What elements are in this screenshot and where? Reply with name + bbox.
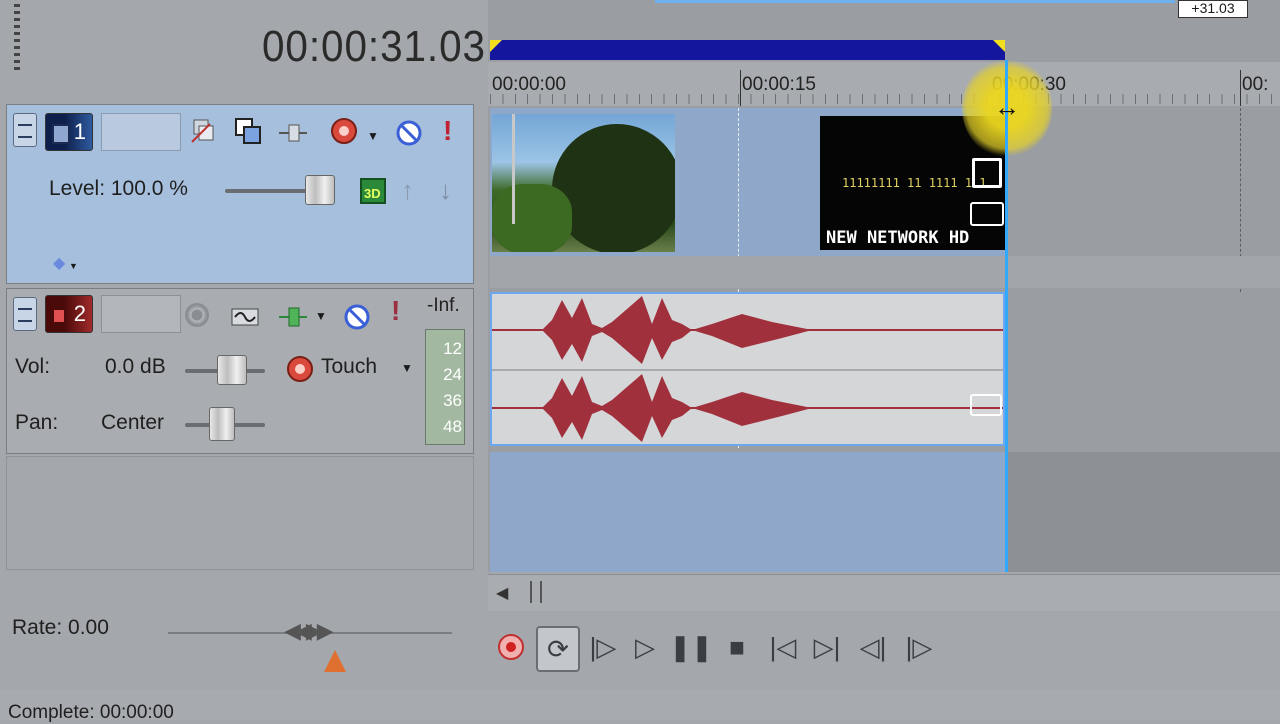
- level-slider-thumb[interactable]: [305, 175, 335, 205]
- compositing-child-icon[interactable]: [279, 119, 307, 147]
- meter-peak-label: -Inf.: [427, 295, 460, 316]
- record-icon[interactable]: [492, 628, 530, 666]
- ruler-label: 00:00:15: [742, 74, 816, 95]
- audio-track-lane-empty[interactable]: [1005, 292, 1280, 452]
- pan-label: Pan:: [15, 411, 59, 434]
- pan-slider-thumb[interactable]: [209, 407, 235, 441]
- fx-dropdown-arrow-icon[interactable]: ▼: [367, 129, 379, 143]
- ruler-major-tick: [1240, 70, 1241, 106]
- ruler-major-tick: [740, 70, 741, 106]
- automation-mode-value[interactable]: Touch: [321, 355, 377, 379]
- scroll-left-icon[interactable]: ◀: [496, 583, 508, 603]
- automation-settings-icon[interactable]: [285, 355, 313, 383]
- play-from-start-icon[interactable]: |▷: [584, 628, 622, 666]
- go-to-start-icon[interactable]: |◁: [764, 628, 802, 666]
- playhead-cursor[interactable]: [1005, 60, 1008, 572]
- ruler-label: 00:00:00: [492, 74, 566, 95]
- timeline-empty-area[interactable]: [490, 452, 1005, 572]
- meter-tick-label: 12: [443, 339, 462, 358]
- svg-text:3D: 3D: [364, 186, 381, 201]
- loop-region-bar[interactable]: [490, 40, 1005, 60]
- loop-start-marker-icon[interactable]: [490, 40, 502, 52]
- overview-strip: [655, 0, 1175, 3]
- solo-icon[interactable]: !: [443, 115, 452, 147]
- go-to-end-icon[interactable]: ▷|: [808, 628, 846, 666]
- clip-fx-icon[interactable]: [970, 202, 1004, 226]
- track-minimize-button[interactable]: [13, 297, 37, 331]
- pause-icon[interactable]: ❚❚: [669, 628, 713, 666]
- drag-grip[interactable]: [14, 4, 20, 74]
- cursor-time-badge: +31.03: [1178, 0, 1248, 18]
- transport-bar: ⟳ |▷ ▷ ❚❚ ■ |◁ ▷| ◁| |▷: [488, 612, 1280, 684]
- audio-fx-icon[interactable]: [279, 303, 307, 331]
- audio-track-name-field[interactable]: [101, 295, 181, 333]
- volume-value: 0.0 dB: [105, 355, 166, 378]
- level-meter: 12 24 36 48: [425, 329, 465, 445]
- pan-value: Center: [101, 411, 165, 434]
- empty-track-list-area[interactable]: [6, 456, 474, 570]
- loop-icon[interactable]: ⟳: [536, 626, 580, 672]
- compositing-child-down-icon[interactable]: ↓: [439, 175, 452, 206]
- keyframe-diamond-icon[interactable]: ◆: [53, 253, 65, 273]
- audio-fx-dropdown-arrow-icon[interactable]: ▼: [315, 309, 327, 323]
- ruler-ticks: [490, 94, 1280, 104]
- play-icon[interactable]: ▷: [626, 628, 664, 666]
- timeline-empty-area-outside[interactable]: [1005, 452, 1280, 572]
- stop-icon[interactable]: ■: [718, 628, 756, 666]
- rate-marker-icon: [324, 650, 346, 672]
- audio-track-header[interactable]: 2 ▼ ! -Inf. 12 24 36 48 Vol: 0.0 dB Touc…: [6, 288, 474, 454]
- title-card-subtext: 11111111 11 1111 1 1: [842, 176, 987, 190]
- volume-slider-thumb[interactable]: [217, 355, 247, 385]
- video-track-number[interactable]: 1: [45, 113, 93, 151]
- audio-waveform: [492, 296, 1003, 442]
- meter-tick-label: 36: [443, 391, 462, 410]
- keyframe-dropdown-arrow-icon[interactable]: ▼: [69, 261, 78, 271]
- automation-dropdown-arrow-icon[interactable]: ▼: [401, 361, 413, 375]
- track-fx-icon[interactable]: [329, 117, 357, 145]
- title-card-text: NEW NETWORK HD: [826, 228, 970, 248]
- mute-icon[interactable]: [395, 119, 423, 147]
- compositing-mode-icon[interactable]: [234, 117, 262, 145]
- speaker-icon: [54, 310, 64, 322]
- video-track-header[interactable]: 1 ▼ ! Level: 100.0 % 3D ↑ ↓ ◆ ▼: [6, 104, 474, 284]
- volume-label: Vol:: [15, 355, 51, 378]
- mute-icon[interactable]: [343, 303, 371, 331]
- arm-record-icon[interactable]: [185, 303, 209, 327]
- track-motion-icon[interactable]: [189, 117, 217, 145]
- meter-tick-label: 24: [443, 365, 462, 384]
- meter-tick-label: 48: [443, 417, 462, 436]
- timecode-display: 00:00:31.03: [262, 22, 486, 71]
- previous-frame-icon[interactable]: ◁|: [854, 628, 892, 666]
- invert-phase-icon[interactable]: [231, 303, 259, 331]
- audio-track-number[interactable]: 2: [45, 295, 93, 333]
- crop-pan-icon[interactable]: [972, 158, 1002, 188]
- video-track-name-field[interactable]: [101, 113, 181, 151]
- track-separator: [490, 256, 1280, 288]
- scroll-thumb-grip[interactable]: [530, 581, 542, 603]
- video-clip-photo[interactable]: [492, 114, 675, 252]
- track-minimize-button[interactable]: [13, 113, 37, 147]
- rate-label: Rate: 0.00: [12, 616, 109, 639]
- film-icon: [52, 124, 70, 144]
- audio-track-lane[interactable]: [490, 292, 1005, 446]
- loop-end-marker-icon[interactable]: [993, 40, 1005, 52]
- render-complete-status: Complete: 00:00:00: [8, 702, 174, 723]
- stereoscopic-3d-icon[interactable]: 3D: [359, 177, 387, 205]
- level-label: Level: 100.0 %: [49, 177, 188, 200]
- audio-clip-fx-icon[interactable]: [970, 394, 1002, 416]
- resize-cursor-icon: ↔: [994, 92, 1020, 122]
- rate-slider-thumb[interactable]: ◀◀▶▶: [284, 618, 334, 644]
- compositing-parent-up-icon[interactable]: ↑: [401, 175, 414, 206]
- solo-icon[interactable]: !: [391, 295, 400, 327]
- status-bar: Complete: 00:00:00: [0, 690, 1280, 723]
- ruler-label: 00:: [1242, 74, 1269, 95]
- timeline-scrollbar[interactable]: ◀: [488, 574, 1280, 611]
- next-frame-icon[interactable]: |▷: [900, 628, 938, 666]
